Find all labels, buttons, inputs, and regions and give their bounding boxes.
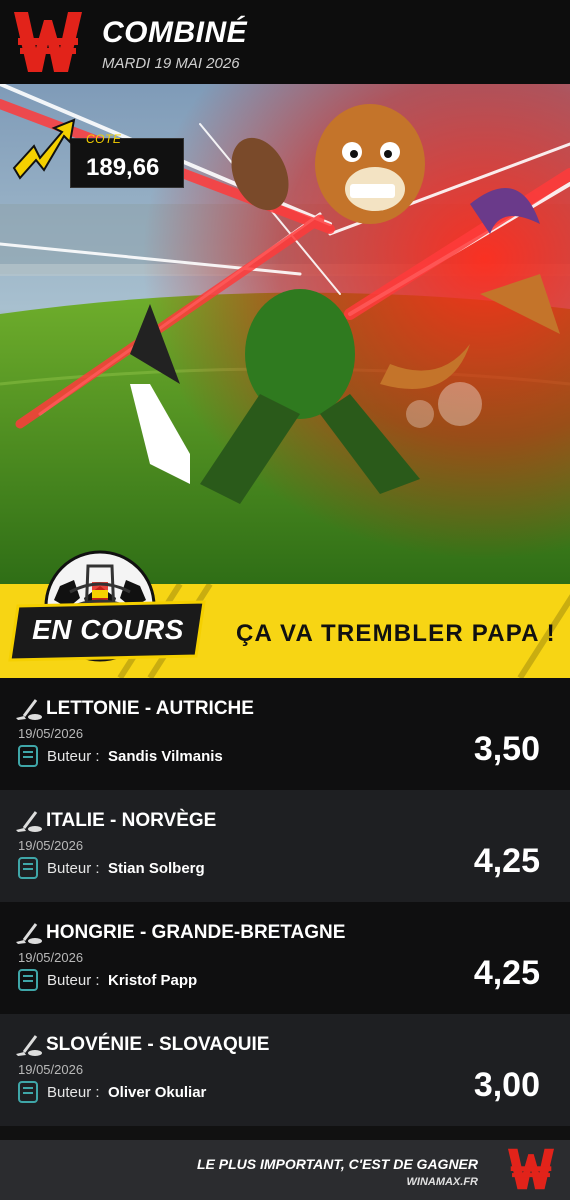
bet-type-label: Buteur : bbox=[47, 1084, 100, 1101]
player-name: Sandis Vilmanis bbox=[108, 748, 223, 765]
bet-row[interactable]: HONGRIE - GRANDE-BRETAGNE 19/05/2026 But… bbox=[0, 902, 570, 1014]
bet-type-label: Buteur : bbox=[47, 972, 100, 989]
player-name: Oliver Okuliar bbox=[108, 1084, 207, 1101]
match-name: SLOVÉNIE - SLOVAQUIE bbox=[46, 1034, 270, 1055]
cote-label: COTE bbox=[86, 132, 122, 146]
bet-slip-page: COMBINÉ MARDI 19 MAI 2026 COTE 189,66 EN… bbox=[0, 0, 570, 1200]
bet-odds: 3,50 bbox=[473, 730, 540, 768]
hockey-stick-icon bbox=[16, 811, 42, 832]
bet-type-label: Buteur : bbox=[47, 748, 100, 765]
header-date: MARDI 19 MAI 2026 bbox=[102, 55, 240, 72]
winamax-logo-icon bbox=[14, 12, 82, 72]
bet-type-icon bbox=[18, 1081, 38, 1103]
match-name: HONGRIE - GRANDE-BRETAGNE bbox=[46, 922, 346, 943]
cote-value: 189,66 bbox=[86, 154, 160, 181]
status-badge: EN COURS bbox=[32, 614, 184, 645]
hockey-stick-icon bbox=[16, 1035, 42, 1056]
bet-type-icon bbox=[18, 969, 38, 991]
match-date: 19/05/2026 bbox=[18, 838, 84, 853]
bet-type-icon bbox=[18, 745, 38, 767]
bet-type-icon bbox=[18, 857, 38, 879]
hockey-stick-icon bbox=[16, 699, 42, 720]
footer-slogan: LE PLUS IMPORTANT, C'EST DE GAGNER bbox=[196, 1156, 478, 1172]
bet-odds: 4,25 bbox=[473, 842, 540, 880]
match-date: 19/05/2026 bbox=[18, 1062, 84, 1077]
match-name: ITALIE - NORVÈGE bbox=[46, 810, 217, 831]
match-name: LETTONIE - AUTRICHE bbox=[46, 698, 254, 719]
page-title: COMBINÉ bbox=[102, 16, 248, 49]
match-date: 19/05/2026 bbox=[18, 950, 84, 965]
winamax-logo-icon bbox=[508, 1148, 554, 1190]
bet-odds: 3,00 bbox=[473, 1066, 540, 1104]
player-name: Kristof Papp bbox=[108, 972, 198, 989]
footer-site[interactable]: WINAMAX.FR bbox=[407, 1176, 479, 1188]
header: COMBINÉ MARDI 19 MAI 2026 bbox=[0, 0, 570, 84]
bet-row[interactable]: SLOVÉNIE - SLOVAQUIE 19/05/2026 Buteur :… bbox=[0, 1014, 570, 1126]
footer: LE PLUS IMPORTANT, C'EST DE GAGNER WINAM… bbox=[0, 1140, 570, 1200]
bet-row[interactable]: LETTONIE - AUTRICHE 19/05/2026 Buteur : … bbox=[0, 678, 570, 790]
bet-odds: 4,25 bbox=[473, 954, 540, 992]
cote-arrow-icon bbox=[12, 118, 76, 180]
banner-tagline: ÇA VA TREMBLER PAPA ! bbox=[236, 620, 556, 647]
bet-row[interactable]: ITALIE - NORVÈGE 19/05/2026 Buteur : Sti… bbox=[0, 790, 570, 902]
player-name: Stian Solberg bbox=[108, 860, 205, 877]
hockey-stick-icon bbox=[16, 923, 42, 944]
match-date: 19/05/2026 bbox=[18, 726, 84, 741]
bet-type-label: Buteur : bbox=[47, 860, 100, 877]
